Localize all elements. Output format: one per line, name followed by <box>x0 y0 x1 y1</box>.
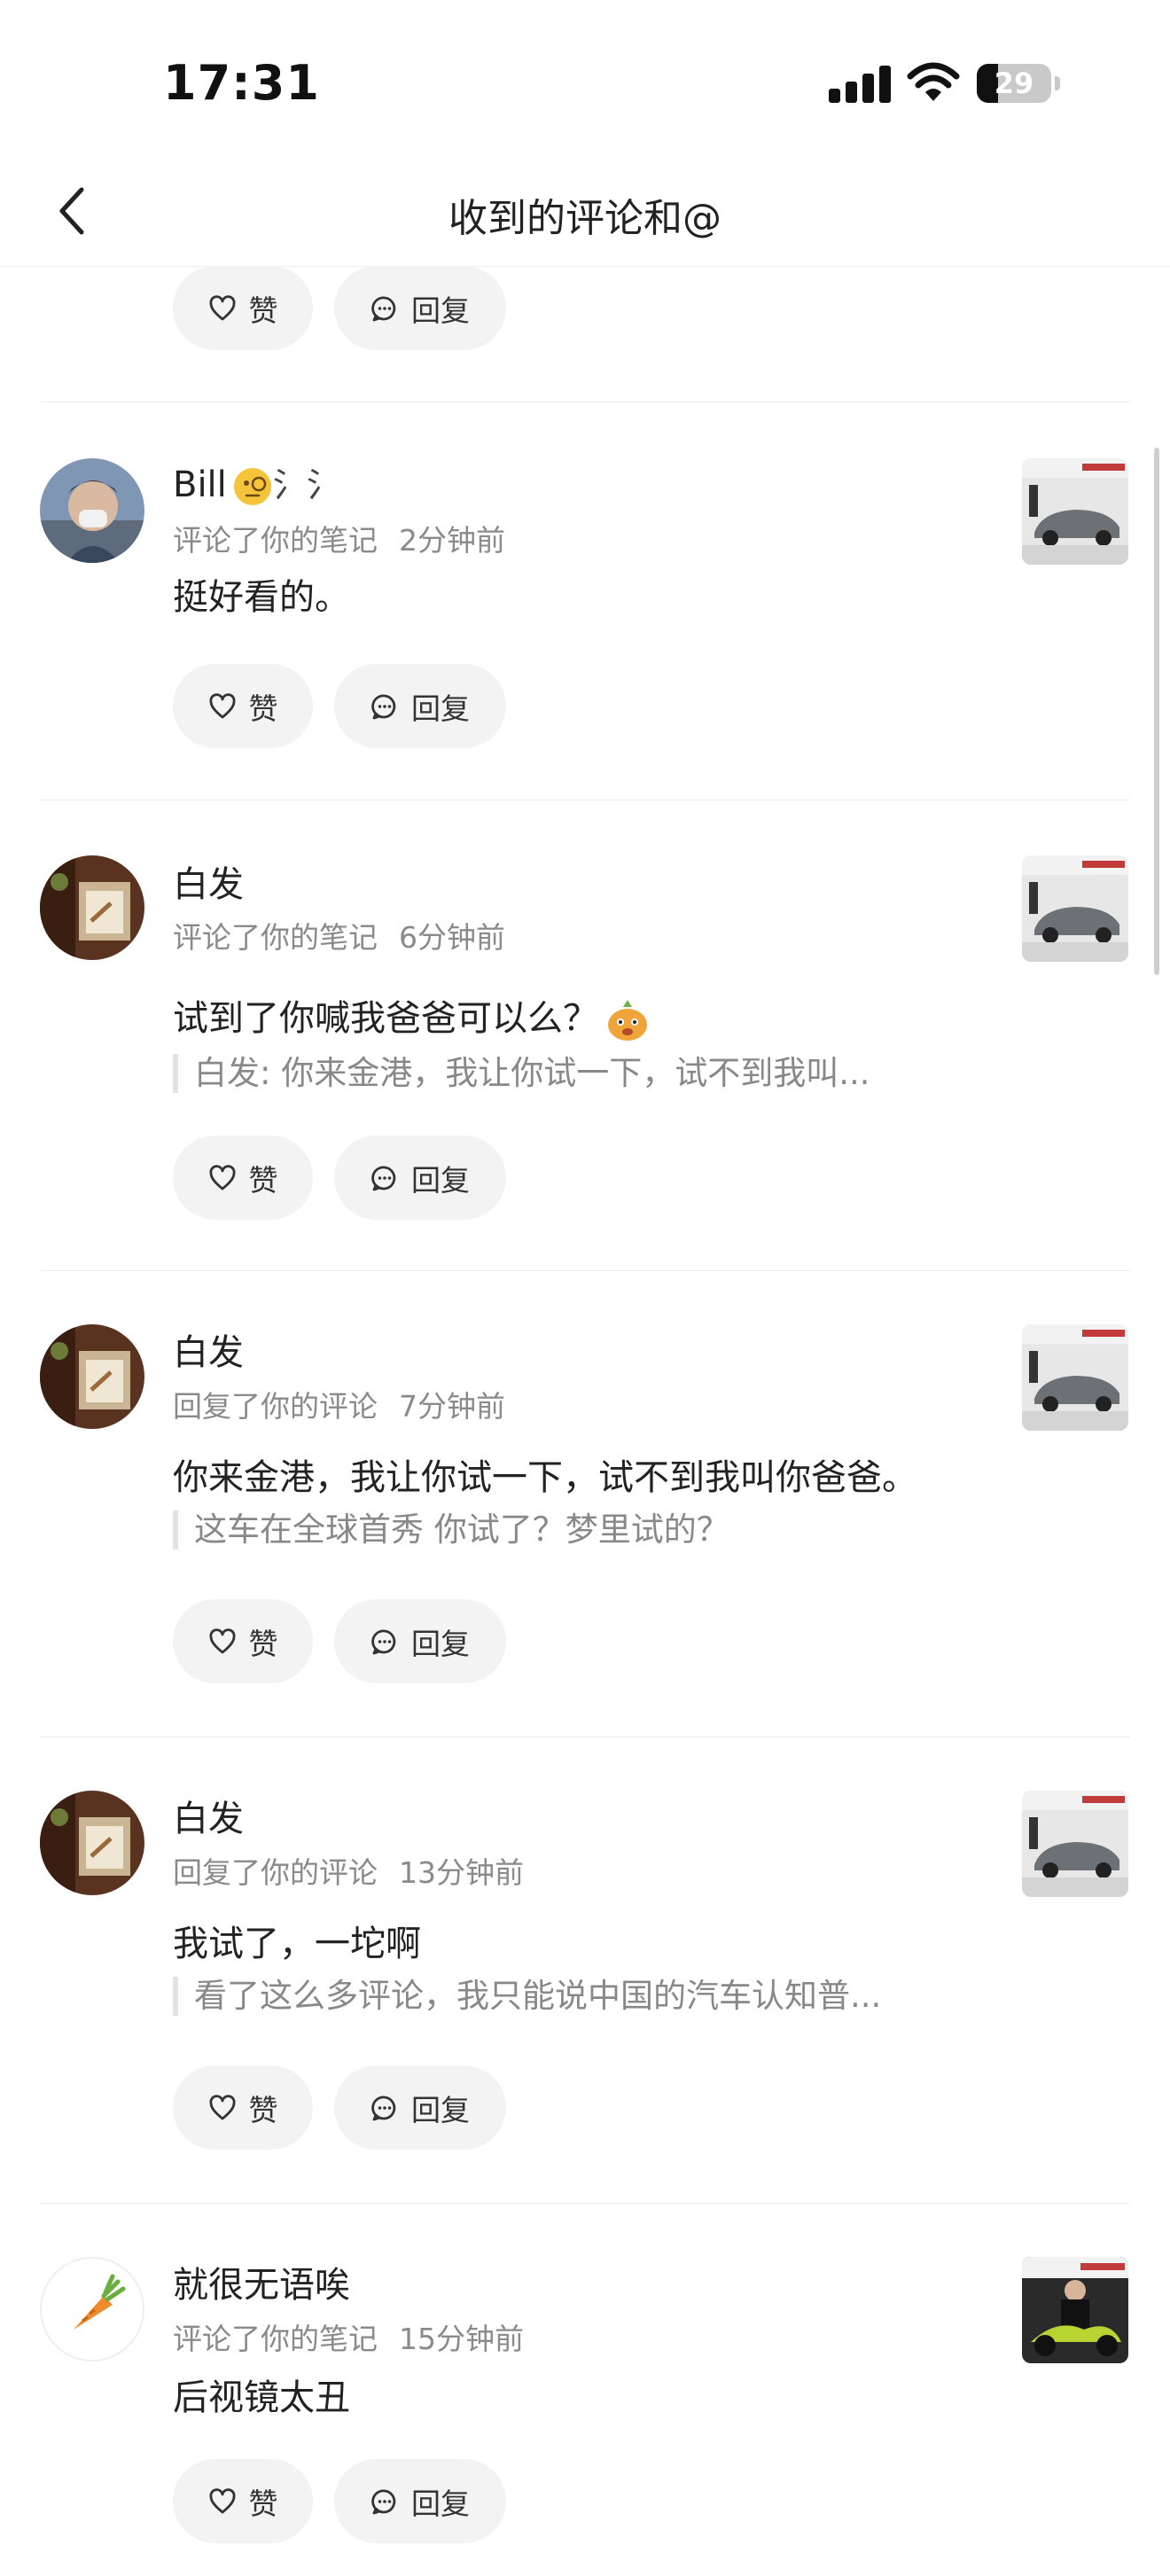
user-name[interactable]: 白发 <box>173 855 244 907</box>
like-button[interactable]: 赞 <box>173 1136 313 1220</box>
heart-icon <box>209 1628 235 1653</box>
comment-icon <box>371 1166 396 1190</box>
avatar[interactable] <box>40 855 144 960</box>
comment-item[interactable]: 白发 回复了你的评论 7分钟前 你来金港，我让你试一下，试不到我叫你爸爸。 这车在… <box>0 1271 1170 1737</box>
comment-icon <box>371 694 396 719</box>
note-thumbnail[interactable] <box>1022 855 1128 962</box>
reply-button[interactable]: 回复 <box>334 1599 506 1683</box>
note-thumbnail[interactable] <box>1022 2257 1128 2363</box>
battery-level: 29 <box>994 66 1034 100</box>
user-name[interactable]: 就很无语唉 <box>173 2256 350 2307</box>
nav-bar: 收到的评论和@ <box>0 160 1170 267</box>
signal-icon <box>829 64 891 103</box>
scrollbar[interactable] <box>1154 448 1159 975</box>
action-row: 赞 回复 <box>173 1599 506 1683</box>
action-row: 赞 回复 <box>173 1136 506 1220</box>
heart-icon <box>209 294 235 320</box>
comment-meta: 回复了你的评论 13分钟前 <box>173 1855 524 1890</box>
action-row: 赞 回复 <box>173 266 1170 350</box>
comment-item[interactable]: 白发 回复了你的评论 13分钟前 我试了，一坨啊 看了这么多评论，我只能说中国的汽… <box>0 1737 1170 2203</box>
reply-button[interactable]: 回复 <box>334 1136 506 1220</box>
comment-text[interactable]: 我试了，一坨啊 <box>173 1915 421 1966</box>
avatar[interactable] <box>40 458 144 563</box>
like-button[interactable]: 赞 <box>173 1599 313 1683</box>
action-row: 赞 回复 <box>173 2065 506 2150</box>
comment-item[interactable]: 就很无语唉 评论了你的笔记 15分钟前 后视镜太丑 赞 回复 <box>0 2204 1170 2576</box>
comment-meta: 回复了你的评论 7分钟前 <box>173 1389 505 1424</box>
monocle-emoji-icon <box>233 468 271 505</box>
quoted-comment[interactable]: 看了这么多评论，我只能说中国的汽车认知普... <box>173 1977 881 2016</box>
reply-button[interactable]: 回复 <box>334 2065 506 2150</box>
comment-meta: 评论了你的笔记 15分钟前 <box>173 2322 524 2356</box>
reply-button[interactable]: 回复 <box>334 266 506 350</box>
action-row: 赞 回复 <box>173 2459 506 2543</box>
heart-icon <box>209 2094 235 2119</box>
reply-button[interactable]: 回复 <box>334 664 506 748</box>
comment-text[interactable]: 后视镜太丑 <box>173 2369 350 2420</box>
page-title: 收到的评论和@ <box>448 196 722 241</box>
reply-button[interactable]: 回复 <box>334 2459 506 2543</box>
wifi-icon <box>907 62 960 101</box>
like-button[interactable]: 赞 <box>173 664 313 748</box>
like-button[interactable]: 赞 <box>173 2459 313 2543</box>
cartoon-emoji-icon <box>608 1000 647 1041</box>
comment-meta: 评论了你的笔记 6分钟前 <box>173 920 505 955</box>
comment-icon <box>371 2489 396 2514</box>
comment-icon <box>371 1629 396 1654</box>
heart-icon <box>209 692 235 718</box>
quoted-comment[interactable]: 白发: 你来金港，我让你试一下，试不到我叫... <box>173 1054 870 1093</box>
heart-icon <box>209 2487 235 2513</box>
user-name[interactable]: Bill 氵氵 <box>173 457 340 507</box>
battery-icon: 29 <box>977 64 1051 103</box>
status-bar: 17:31 29 <box>0 0 1170 160</box>
comment-text[interactable]: 试到了你喊我爸爸可以么？ <box>173 989 651 1044</box>
status-time: 17:31 <box>163 55 320 111</box>
comment-icon <box>371 296 396 321</box>
like-button[interactable]: 赞 <box>173 2065 313 2150</box>
comment-text[interactable]: 你来金港，我让你试一下，试不到我叫你爸爸。 <box>173 1448 917 1500</box>
note-thumbnail[interactable] <box>1022 1791 1128 1897</box>
comment-icon <box>371 2096 396 2120</box>
user-name[interactable]: 白发 <box>173 1790 244 1841</box>
avatar[interactable] <box>40 1791 144 1895</box>
avatar[interactable] <box>40 2257 144 2361</box>
action-row: 赞 回复 <box>173 664 506 748</box>
comment-list[interactable]: 赞 回复 Bill 氵氵 评论了你的笔记 2分钟前 挺好看的。 赞 回复 白发 评论… <box>0 266 1170 2576</box>
comment-meta: 评论了你的笔记 2分钟前 <box>173 523 505 558</box>
user-name[interactable]: 白发 <box>173 1323 244 1375</box>
comment-item[interactable]: 白发 评论了你的笔记 6分钟前 试到了你喊我爸爸可以么？ 白发: 你来金港，我让你… <box>0 800 1170 1270</box>
note-thumbnail[interactable] <box>1022 458 1128 565</box>
avatar[interactable] <box>40 1324 144 1429</box>
like-button[interactable]: 赞 <box>173 266 313 350</box>
note-thumbnail[interactable] <box>1022 1324 1128 1431</box>
comment-item[interactable]: Bill 氵氵 评论了你的笔记 2分钟前 挺好看的。 赞 回复 <box>0 402 1170 800</box>
comment-text[interactable]: 挺好看的。 <box>173 568 350 620</box>
heart-icon <box>209 1164 235 1190</box>
quoted-comment[interactable]: 这车在全球首秀 你试了？梦里试的？ <box>173 1510 729 1550</box>
